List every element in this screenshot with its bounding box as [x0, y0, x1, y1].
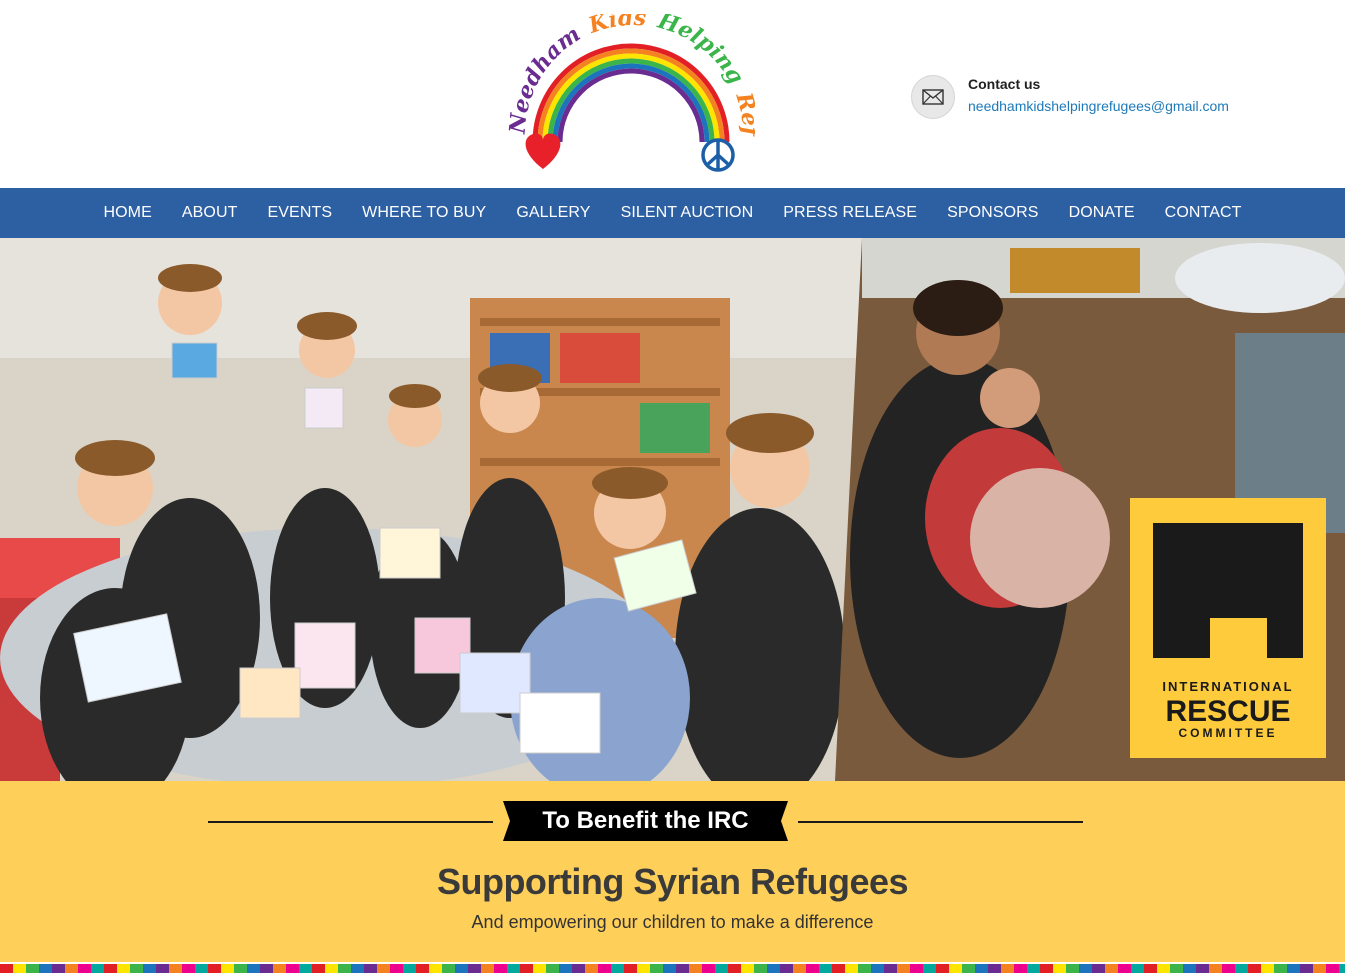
ribbon-text: To Benefit the IRC	[542, 807, 749, 834]
site-logo[interactable]: Needham Kids Helping Refugees	[497, 0, 763, 179]
nav-item-about[interactable]: ABOUT	[182, 204, 238, 222]
nav-item-home[interactable]: HOME	[103, 204, 151, 222]
envelope-icon[interactable]	[911, 75, 955, 119]
main-nav: HOME ABOUT EVENTS WHERE TO BUY GALLERY S…	[0, 188, 1345, 238]
classroom-photo	[0, 238, 862, 781]
page-subheading: And empowering our children to make a di…	[471, 912, 874, 932]
nav-item-sponsors[interactable]: SPONSORS	[947, 204, 1039, 222]
peace-icon	[701, 138, 735, 172]
nav-item-events[interactable]: EVENTS	[268, 204, 333, 222]
divider-left	[208, 821, 493, 823]
contact-block: Contact us needhamkidshelpingrefugees@gm…	[911, 75, 1251, 125]
divider-right	[798, 821, 1083, 823]
contact-email-link[interactable]: needhamkidshelpingrefugees@gmail.com	[968, 98, 1229, 114]
nav-item-donate[interactable]: DONATE	[1069, 204, 1135, 222]
site-header: Needham Kids Helping Refugees Contact us…	[0, 0, 1345, 188]
nav-item-silent-auction[interactable]: SILENT AUCTION	[621, 204, 754, 222]
hero-banner: INTERNATIONAL RESCUE COMMITTEE	[0, 238, 1345, 781]
nav-item-press-release[interactable]: PRESS RELEASE	[783, 204, 917, 222]
bottom-color-stripe	[0, 962, 1345, 973]
nav-item-contact[interactable]: CONTACT	[1165, 204, 1242, 222]
nav-item-gallery[interactable]: GALLERY	[516, 204, 590, 222]
page-heading: Supporting Syrian Refugees	[436, 861, 909, 902]
mission-band: To Benefit the IRC Supporting Syrian Ref…	[0, 781, 1345, 962]
svg-text:RESCUE: RESCUE	[1165, 695, 1290, 728]
nav-item-where-to-buy[interactable]: WHERE TO BUY	[362, 204, 486, 222]
contact-title: Contact us	[968, 76, 1041, 92]
svg-text:COMMITTEE: COMMITTEE	[1179, 726, 1278, 740]
svg-text:INTERNATIONAL: INTERNATIONAL	[1162, 679, 1293, 694]
irc-logo[interactable]: INTERNATIONAL RESCUE COMMITTEE	[1130, 498, 1326, 758]
